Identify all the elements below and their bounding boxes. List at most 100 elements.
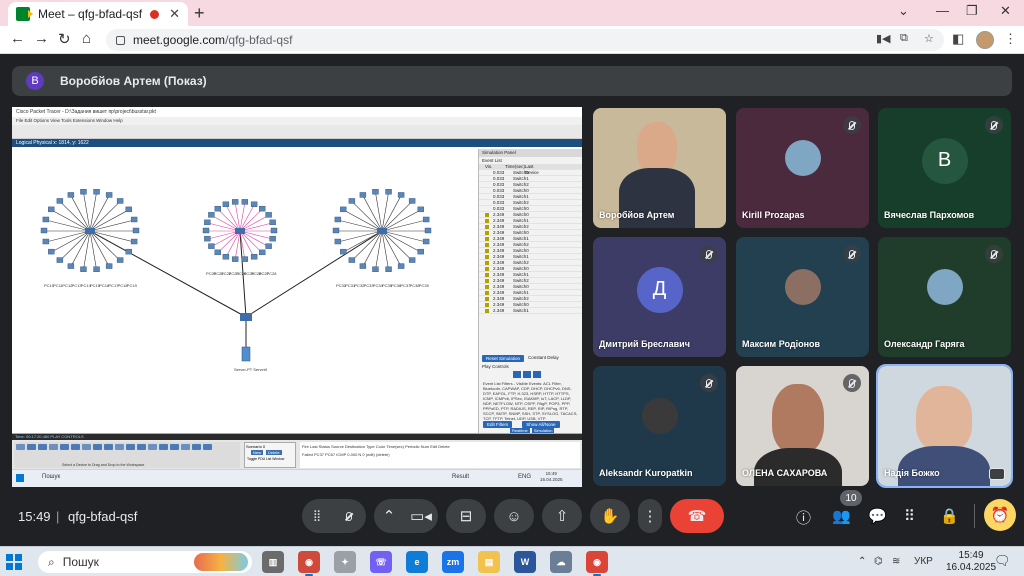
pc-device[interactable] xyxy=(385,266,392,272)
cisco-pt-icon[interactable]: ☁ xyxy=(550,551,572,573)
switch-device[interactable] xyxy=(235,228,245,234)
chrome-pt-icon[interactable]: ◉ xyxy=(298,551,320,576)
present-button[interactable]: ⇧ xyxy=(542,499,582,533)
pc-device[interactable] xyxy=(48,206,55,213)
bookmark-star-icon[interactable]: ☆ xyxy=(924,32,934,45)
tray-chevron-icon[interactable]: ⌃ xyxy=(858,556,866,567)
device-type-icon[interactable] xyxy=(27,444,36,450)
pc-device[interactable] xyxy=(42,216,50,223)
device-type-icon[interactable] xyxy=(38,444,47,450)
pc-device[interactable] xyxy=(340,206,347,213)
taskbar-clock[interactable]: 15:49 16.04.2025 xyxy=(946,550,996,574)
participant-tile[interactable]: Надія Божко xyxy=(876,364,1013,488)
device-type-icon[interactable] xyxy=(49,444,58,450)
pc-device[interactable] xyxy=(259,205,266,212)
pc-device[interactable] xyxy=(67,263,75,269)
pc-device[interactable] xyxy=(204,235,211,242)
constant-delay-checkbox[interactable]: Constant Delay xyxy=(528,355,559,362)
pc-device[interactable] xyxy=(80,189,87,195)
participant-tile[interactable]: Д Дмитрий Бреславич xyxy=(593,237,726,357)
pc-device[interactable] xyxy=(348,257,356,263)
activities-icon[interactable]: ⠿ xyxy=(904,507,915,525)
viber-icon[interactable]: ☏ xyxy=(370,551,392,573)
profile-avatar[interactable] xyxy=(976,31,994,49)
captions-button[interactable]: ⊟ xyxy=(446,499,486,533)
pc-device[interactable] xyxy=(241,199,249,205)
participant-tile[interactable]: Максим Родіонов xyxy=(736,237,869,357)
pc-device[interactable] xyxy=(269,235,276,242)
pc-device[interactable] xyxy=(372,189,379,195)
pc-device[interactable] xyxy=(397,192,405,198)
delete-scenario-button[interactable]: Delete xyxy=(266,450,282,455)
pc-device[interactable] xyxy=(222,254,230,260)
switch-device[interactable] xyxy=(377,228,387,234)
play-icon[interactable] xyxy=(523,371,531,378)
pc-device[interactable] xyxy=(116,198,124,204)
pc-device[interactable] xyxy=(417,248,424,255)
video-options-button[interactable]: ⌃ xyxy=(374,499,404,533)
simulation-tab[interactable]: Simulation xyxy=(531,428,555,433)
address-bar[interactable]: meet.google.com/qfg-bfad-qsf xyxy=(106,29,944,51)
event-row[interactable]: 2.349 Switch1 xyxy=(479,308,582,314)
pip-icon[interactable] xyxy=(989,468,1005,480)
pc-device[interactable] xyxy=(231,256,239,262)
pc-label[interactable]: PC39 xyxy=(419,283,430,288)
task-view-icon[interactable]: ▥ xyxy=(262,551,284,573)
pc-device[interactable] xyxy=(40,227,48,234)
edge-icon[interactable]: e xyxy=(406,551,428,573)
pc-device[interactable] xyxy=(269,219,276,226)
new-tab-button[interactable]: + xyxy=(194,3,205,24)
pc-device[interactable] xyxy=(332,227,340,234)
pc-device[interactable] xyxy=(202,227,210,234)
pc-device[interactable] xyxy=(334,238,342,245)
zoom-icon[interactable]: zm xyxy=(442,551,464,573)
pc-device[interactable] xyxy=(265,243,272,249)
chrome-menu-icon[interactable]: ⋮ xyxy=(1004,31,1017,47)
pc-label[interactable]: PC28 xyxy=(266,271,277,276)
home-icon[interactable]: ⌂ xyxy=(82,30,91,47)
device-type-icon[interactable] xyxy=(60,444,69,450)
pc-device[interactable] xyxy=(424,227,432,234)
back-arrow-icon[interactable]: ← xyxy=(10,30,25,47)
pc-device[interactable] xyxy=(417,206,424,213)
realtime-tab[interactable]: Realtime xyxy=(510,428,530,433)
server-device[interactable] xyxy=(241,346,251,362)
new-scenario-button[interactable]: New xyxy=(251,450,264,455)
pc-device[interactable] xyxy=(208,212,215,218)
core-switch[interactable] xyxy=(240,313,252,321)
participant-tile[interactable]: Олександр Гаряга xyxy=(878,237,1011,357)
pc-device[interactable] xyxy=(105,263,113,269)
pc-device[interactable] xyxy=(250,254,258,260)
device-type-icon[interactable] xyxy=(137,444,146,450)
device-type-icon[interactable] xyxy=(71,444,80,450)
pc-device[interactable] xyxy=(348,198,356,204)
packet-tracer-icon[interactable]: ✦ xyxy=(334,551,356,573)
device-type-icon[interactable] xyxy=(192,444,201,450)
server-label[interactable]: Server-PT Server0 xyxy=(234,367,268,372)
pc-device[interactable] xyxy=(340,248,347,255)
microphone-button[interactable] xyxy=(332,499,366,533)
pc-device[interactable] xyxy=(259,249,266,256)
minimize-button[interactable]: — xyxy=(936,3,949,18)
pc-device[interactable] xyxy=(125,248,132,255)
leave-call-button[interactable]: ☎ xyxy=(670,499,724,533)
pc-device[interactable] xyxy=(116,257,124,263)
pc-device[interactable] xyxy=(130,238,138,245)
site-info-icon[interactable] xyxy=(116,35,125,45)
toggle-pdu-button[interactable]: Toggle PDU List Window xyxy=(245,457,295,461)
pc-device[interactable] xyxy=(385,189,392,195)
side-panel-icon[interactable]: ◧ xyxy=(952,31,964,47)
pc-device[interactable] xyxy=(231,199,239,205)
device-type-icon[interactable] xyxy=(82,444,91,450)
word-icon[interactable]: W xyxy=(514,551,536,573)
device-type-icon[interactable] xyxy=(93,444,102,450)
switch-device[interactable] xyxy=(85,228,95,234)
pc-device[interactable] xyxy=(80,266,87,272)
pc-device[interactable] xyxy=(132,227,140,234)
device-type-icon[interactable] xyxy=(170,444,179,450)
device-type-icon[interactable] xyxy=(181,444,190,450)
step-forward-icon[interactable] xyxy=(533,371,541,378)
pc-device[interactable] xyxy=(93,266,100,272)
close-window-button[interactable]: ✕ xyxy=(1000,3,1011,19)
pc-device[interactable] xyxy=(56,257,64,263)
